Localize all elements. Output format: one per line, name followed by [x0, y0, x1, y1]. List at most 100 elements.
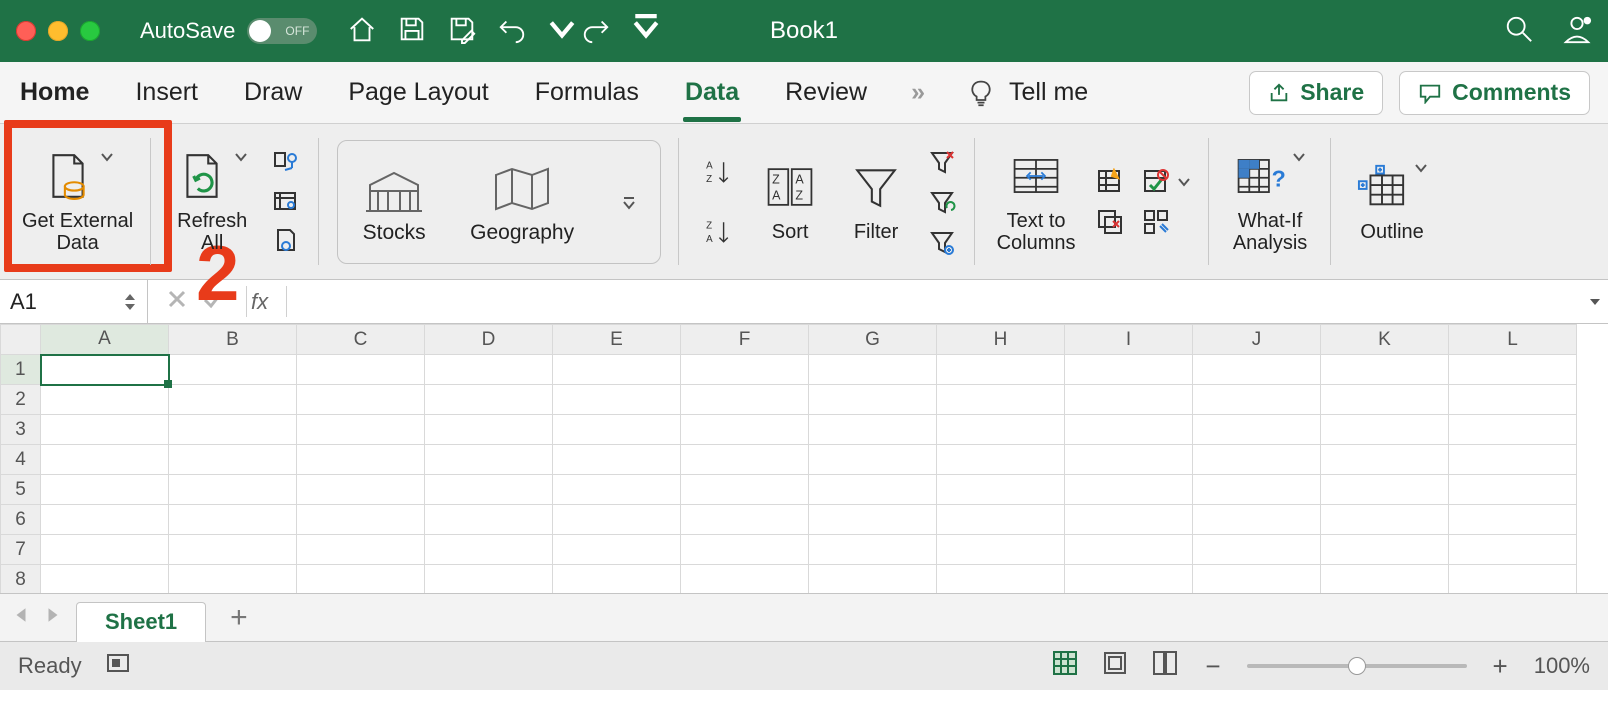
cell[interactable] [297, 565, 425, 595]
cell[interactable] [1065, 445, 1193, 475]
cell[interactable] [41, 415, 169, 445]
reapply-filter-icon[interactable] [927, 187, 957, 217]
chevron-down-icon[interactable] [1173, 175, 1191, 189]
page-break-view-icon[interactable] [1151, 649, 1179, 683]
get-external-data-button[interactable]: Get ExternalData [22, 150, 133, 254]
cell[interactable] [1449, 505, 1577, 535]
cell[interactable] [937, 445, 1065, 475]
data-types-expand-icon[interactable] [618, 197, 636, 211]
search-icon[interactable] [1504, 14, 1534, 49]
outline-button[interactable]: Outline [1349, 161, 1435, 243]
cell[interactable] [553, 505, 681, 535]
cell[interactable] [425, 355, 553, 385]
cell[interactable] [1193, 415, 1321, 445]
cell[interactable] [1321, 385, 1449, 415]
cell[interactable] [937, 565, 1065, 595]
cell[interactable] [937, 355, 1065, 385]
cell[interactable] [169, 445, 297, 475]
autosave-toggle[interactable]: OFF [247, 18, 317, 44]
cancel-formula-icon[interactable] [166, 288, 188, 315]
cell[interactable] [1065, 385, 1193, 415]
cell[interactable] [1449, 415, 1577, 445]
sort-button[interactable]: ZAAZ Sort [755, 161, 825, 243]
sort-desc-button[interactable]: ZA [697, 211, 739, 253]
column-header[interactable]: A [41, 325, 169, 355]
cell[interactable] [1065, 565, 1193, 595]
cell[interactable] [1321, 565, 1449, 595]
cell[interactable] [553, 445, 681, 475]
cell[interactable] [809, 535, 937, 565]
autosave-control[interactable]: AutoSave OFF [140, 18, 317, 44]
cell[interactable] [1193, 355, 1321, 385]
worksheet-grid[interactable]: ABCDEFGHIJKL12345678 [0, 324, 1608, 594]
cell[interactable] [297, 355, 425, 385]
cell[interactable] [937, 505, 1065, 535]
sheet-tab-active[interactable]: Sheet1 [76, 602, 206, 642]
cell[interactable] [1321, 445, 1449, 475]
tell-me-input[interactable]: Tell me [1007, 72, 1090, 113]
cell[interactable] [425, 445, 553, 475]
cell[interactable] [169, 535, 297, 565]
cell[interactable] [1065, 535, 1193, 565]
row-header[interactable]: 6 [1, 505, 41, 535]
share-button[interactable]: Share [1249, 71, 1383, 115]
undo-icon[interactable] [497, 14, 527, 49]
stocks-data-type[interactable]: Stocks [362, 163, 426, 245]
cell[interactable] [1193, 535, 1321, 565]
cell[interactable] [41, 475, 169, 505]
cell[interactable] [937, 535, 1065, 565]
home-icon[interactable] [347, 14, 377, 49]
consolidate-icon[interactable] [1141, 207, 1171, 237]
cell[interactable] [809, 355, 937, 385]
cell[interactable] [681, 385, 809, 415]
ribbon-tab-home[interactable]: Home [18, 72, 91, 113]
cell[interactable] [41, 445, 169, 475]
zoom-window-button[interactable] [80, 21, 100, 41]
save-icon[interactable] [397, 14, 427, 49]
cell[interactable] [169, 565, 297, 595]
ribbon-tab-page-layout[interactable]: Page Layout [346, 72, 490, 113]
cell[interactable] [1449, 445, 1577, 475]
cell[interactable] [809, 475, 937, 505]
cell[interactable] [681, 445, 809, 475]
name-box[interactable]: A1 [0, 280, 148, 323]
row-header[interactable]: 2 [1, 385, 41, 415]
advanced-filter-icon[interactable] [927, 227, 957, 257]
cell[interactable] [553, 565, 681, 595]
column-header[interactable]: I [1065, 325, 1193, 355]
cell[interactable] [1449, 475, 1577, 505]
cell[interactable] [809, 505, 937, 535]
expand-formula-bar-icon[interactable] [1582, 295, 1608, 309]
cell[interactable] [425, 385, 553, 415]
cell[interactable] [1065, 475, 1193, 505]
add-sheet-button[interactable]: + [220, 601, 258, 635]
sort-asc-button[interactable]: AZ [697, 151, 739, 193]
cell[interactable] [1193, 565, 1321, 595]
cell[interactable] [169, 415, 297, 445]
geography-data-type[interactable]: Geography [470, 163, 574, 245]
cell[interactable] [297, 445, 425, 475]
cell[interactable] [1065, 355, 1193, 385]
ribbon-tab-draw[interactable]: Draw [242, 72, 304, 113]
data-validation-icon[interactable] [1141, 167, 1171, 197]
cell[interactable] [553, 355, 681, 385]
ribbon-tab-formulas[interactable]: Formulas [533, 72, 641, 113]
cell[interactable] [297, 535, 425, 565]
cell[interactable] [553, 535, 681, 565]
name-box-down-icon[interactable] [123, 302, 137, 312]
column-header[interactable]: H [937, 325, 1065, 355]
insert-function-icon[interactable]: fx [251, 289, 282, 315]
redo-icon[interactable] [581, 14, 611, 49]
row-header[interactable]: 7 [1, 535, 41, 565]
clear-filter-icon[interactable] [927, 147, 957, 177]
filter-button[interactable]: Filter [841, 161, 911, 243]
cell[interactable] [169, 355, 297, 385]
cell[interactable] [425, 505, 553, 535]
cell[interactable] [553, 475, 681, 505]
cell[interactable] [1321, 355, 1449, 385]
name-box-up-icon[interactable] [123, 292, 137, 302]
column-header[interactable]: G [809, 325, 937, 355]
more-tabs-icon[interactable]: » [911, 78, 925, 107]
cell[interactable] [809, 385, 937, 415]
cell[interactable] [1321, 475, 1449, 505]
